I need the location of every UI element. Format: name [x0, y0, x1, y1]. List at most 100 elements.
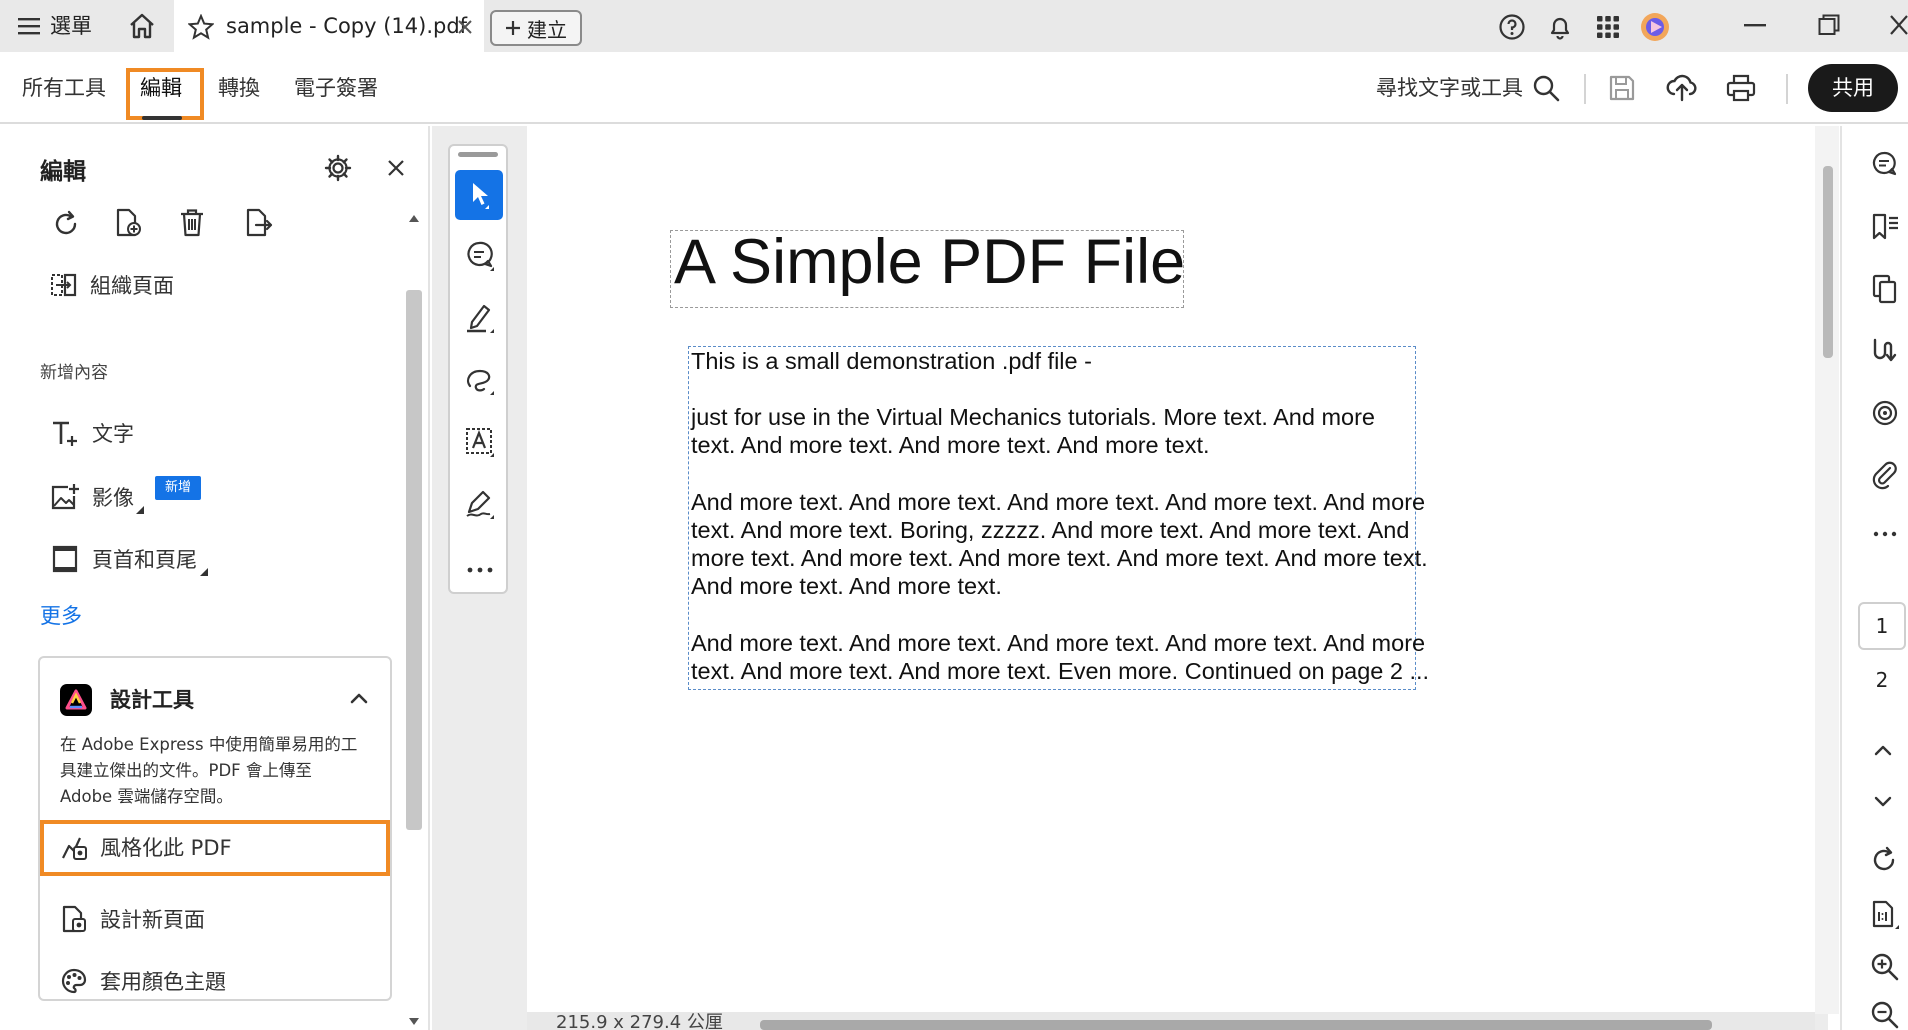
- design-new-page-item[interactable]: 設計新頁面: [60, 904, 205, 934]
- design-new-page-label: 設計新頁面: [100, 908, 205, 932]
- menu-convert[interactable]: 轉換: [218, 52, 260, 124]
- insert-page-icon[interactable]: [114, 208, 144, 238]
- text-recognition-tool-icon[interactable]: [464, 426, 496, 458]
- cursor-arrow-icon: [473, 183, 489, 209]
- avatar[interactable]: [1640, 12, 1670, 42]
- header-footer-icon: [52, 545, 78, 573]
- pdf-line: more text. And more text. And more text.…: [691, 545, 1428, 571]
- dropdown-corner-icon: [200, 568, 208, 576]
- palette-icon: [61, 968, 87, 994]
- organize-pages-item[interactable]: 組織頁面: [50, 270, 174, 300]
- layers-target-icon[interactable]: [1870, 398, 1900, 428]
- pdf-title: A Simple PDF File: [674, 227, 1186, 297]
- document-vertical-scrollbar-thumb[interactable]: [1823, 166, 1833, 358]
- design-tools-desc-line-1: 在 Adobe Express 中使用簡單易用的工: [60, 735, 358, 754]
- right-side-rail: [1840, 126, 1908, 1030]
- chevron-down-icon[interactable]: [1874, 796, 1892, 808]
- search-tools-label[interactable]: 尋找文字或工具: [1376, 52, 1523, 124]
- add-text-item[interactable]: 文字: [50, 418, 134, 448]
- rotate-view-icon[interactable]: [1870, 846, 1898, 874]
- more-link[interactable]: 更多: [40, 600, 82, 630]
- add-image-label: 影像: [92, 486, 134, 510]
- more-options-icon[interactable]: [1872, 530, 1898, 538]
- header-footer-label: 頁首和頁尾: [92, 548, 197, 572]
- next-page-number[interactable]: 2: [1858, 656, 1906, 704]
- zoom-out-icon[interactable]: [1870, 1000, 1900, 1030]
- close-window-icon[interactable]: [1890, 14, 1908, 36]
- star-icon[interactable]: [188, 14, 214, 40]
- gear-icon[interactable]: [324, 154, 352, 182]
- panel-title: 編輯: [40, 159, 86, 185]
- page-thumbnails-icon[interactable]: [1870, 274, 1900, 304]
- trash-icon[interactable]: [178, 208, 206, 238]
- pdf-line: And more text. And more text. And more t…: [691, 630, 1426, 656]
- extract-page-icon[interactable]: [244, 208, 274, 238]
- create-button[interactable]: 建立: [490, 10, 582, 46]
- design-tools-desc-line-2: 具建立傑出的文件。PDF 會上傳至: [60, 761, 312, 780]
- home-icon: [130, 13, 154, 39]
- adobe-express-logo-icon: [60, 684, 92, 716]
- design-new-page-icon: [62, 905, 86, 933]
- apply-color-theme-item[interactable]: 套用顏色主題: [60, 966, 226, 996]
- menu-esign[interactable]: 電子簽署: [294, 52, 378, 124]
- minimize-icon[interactable]: [1744, 24, 1766, 28]
- menu-all-tools[interactable]: 所有工具: [22, 52, 106, 124]
- more-tools-icon[interactable]: [466, 566, 494, 574]
- chevron-up-icon[interactable]: [1874, 744, 1892, 756]
- new-badge: 新增: [155, 476, 201, 500]
- scroll-up-arrow-icon[interactable]: [409, 214, 419, 222]
- pdf-line: And more text. And more text. And more t…: [691, 489, 1426, 515]
- comment-tool-icon[interactable]: [464, 240, 496, 272]
- draw-lasso-tool-icon[interactable]: [464, 364, 496, 396]
- style-pdf-highlight-box: [40, 820, 390, 876]
- attachments-link-icon[interactable]: [1870, 336, 1900, 366]
- add-image-icon: [51, 484, 79, 510]
- pdf-line: text. And more text. And more text. And …: [691, 432, 1210, 458]
- add-text-label: 文字: [92, 422, 134, 446]
- tab-title: sample - Copy (14).pdf: [226, 14, 468, 38]
- actual-size-icon[interactable]: [1870, 900, 1900, 930]
- hamburger-icon: [18, 18, 40, 35]
- save-icon[interactable]: [1608, 74, 1636, 102]
- close-tab-icon[interactable]: [458, 20, 472, 34]
- dropdown-corner-icon: [136, 506, 144, 514]
- panel-scrollbar-thumb[interactable]: [406, 290, 422, 830]
- rotate-icon[interactable]: [52, 210, 80, 238]
- cloud-upload-icon[interactable]: [1666, 72, 1698, 102]
- plus-icon: [506, 21, 520, 35]
- zoom-in-icon[interactable]: [1870, 952, 1900, 982]
- comments-panel-icon[interactable]: [1870, 150, 1900, 180]
- active-tab-indicator: [142, 116, 182, 120]
- print-icon[interactable]: [1726, 74, 1756, 102]
- create-label: 建立: [527, 17, 567, 42]
- paperclip-icon[interactable]: [1870, 460, 1900, 490]
- design-tools-desc-line-3: Adobe 雲端儲存空間。: [60, 787, 233, 806]
- edit-highlight-box: [126, 68, 204, 120]
- restore-icon[interactable]: [1818, 14, 1840, 36]
- toolbar-divider: [1584, 74, 1586, 104]
- search-icon[interactable]: [1532, 74, 1560, 102]
- chevron-up-icon[interactable]: [350, 692, 368, 704]
- pdf-line: This is a small demonstration .pdf file …: [691, 348, 1092, 374]
- document-horizontal-scrollbar-thumb[interactable]: [760, 1020, 1712, 1030]
- help-icon[interactable]: [1498, 13, 1526, 41]
- scroll-down-arrow-icon[interactable]: [409, 1018, 419, 1026]
- rail-grip[interactable]: [458, 152, 498, 157]
- home-button[interactable]: [128, 12, 156, 40]
- toolbar-divider: [1786, 74, 1788, 104]
- menu-button[interactable]: 選單: [18, 0, 92, 52]
- current-page-input[interactable]: 1: [1858, 602, 1906, 650]
- pdf-line: just for use in the Virtual Mechanics tu…: [691, 404, 1375, 430]
- share-button[interactable]: 共用: [1808, 64, 1898, 112]
- organize-pages-icon: [51, 273, 77, 297]
- bell-icon[interactable]: [1546, 13, 1574, 41]
- add-image-item[interactable]: 影像: [50, 482, 134, 512]
- header-footer-item[interactable]: 頁首和頁尾: [50, 544, 197, 574]
- bookmarks-icon[interactable]: [1870, 212, 1900, 242]
- highlighter-tool-icon[interactable]: [464, 302, 496, 334]
- close-panel-icon[interactable]: [388, 160, 404, 176]
- apps-grid-icon[interactable]: [1596, 15, 1620, 39]
- design-tools-title: 設計工具: [110, 688, 194, 712]
- add-content-heading: 新增內容: [40, 363, 108, 383]
- sign-tool-icon[interactable]: [464, 488, 496, 520]
